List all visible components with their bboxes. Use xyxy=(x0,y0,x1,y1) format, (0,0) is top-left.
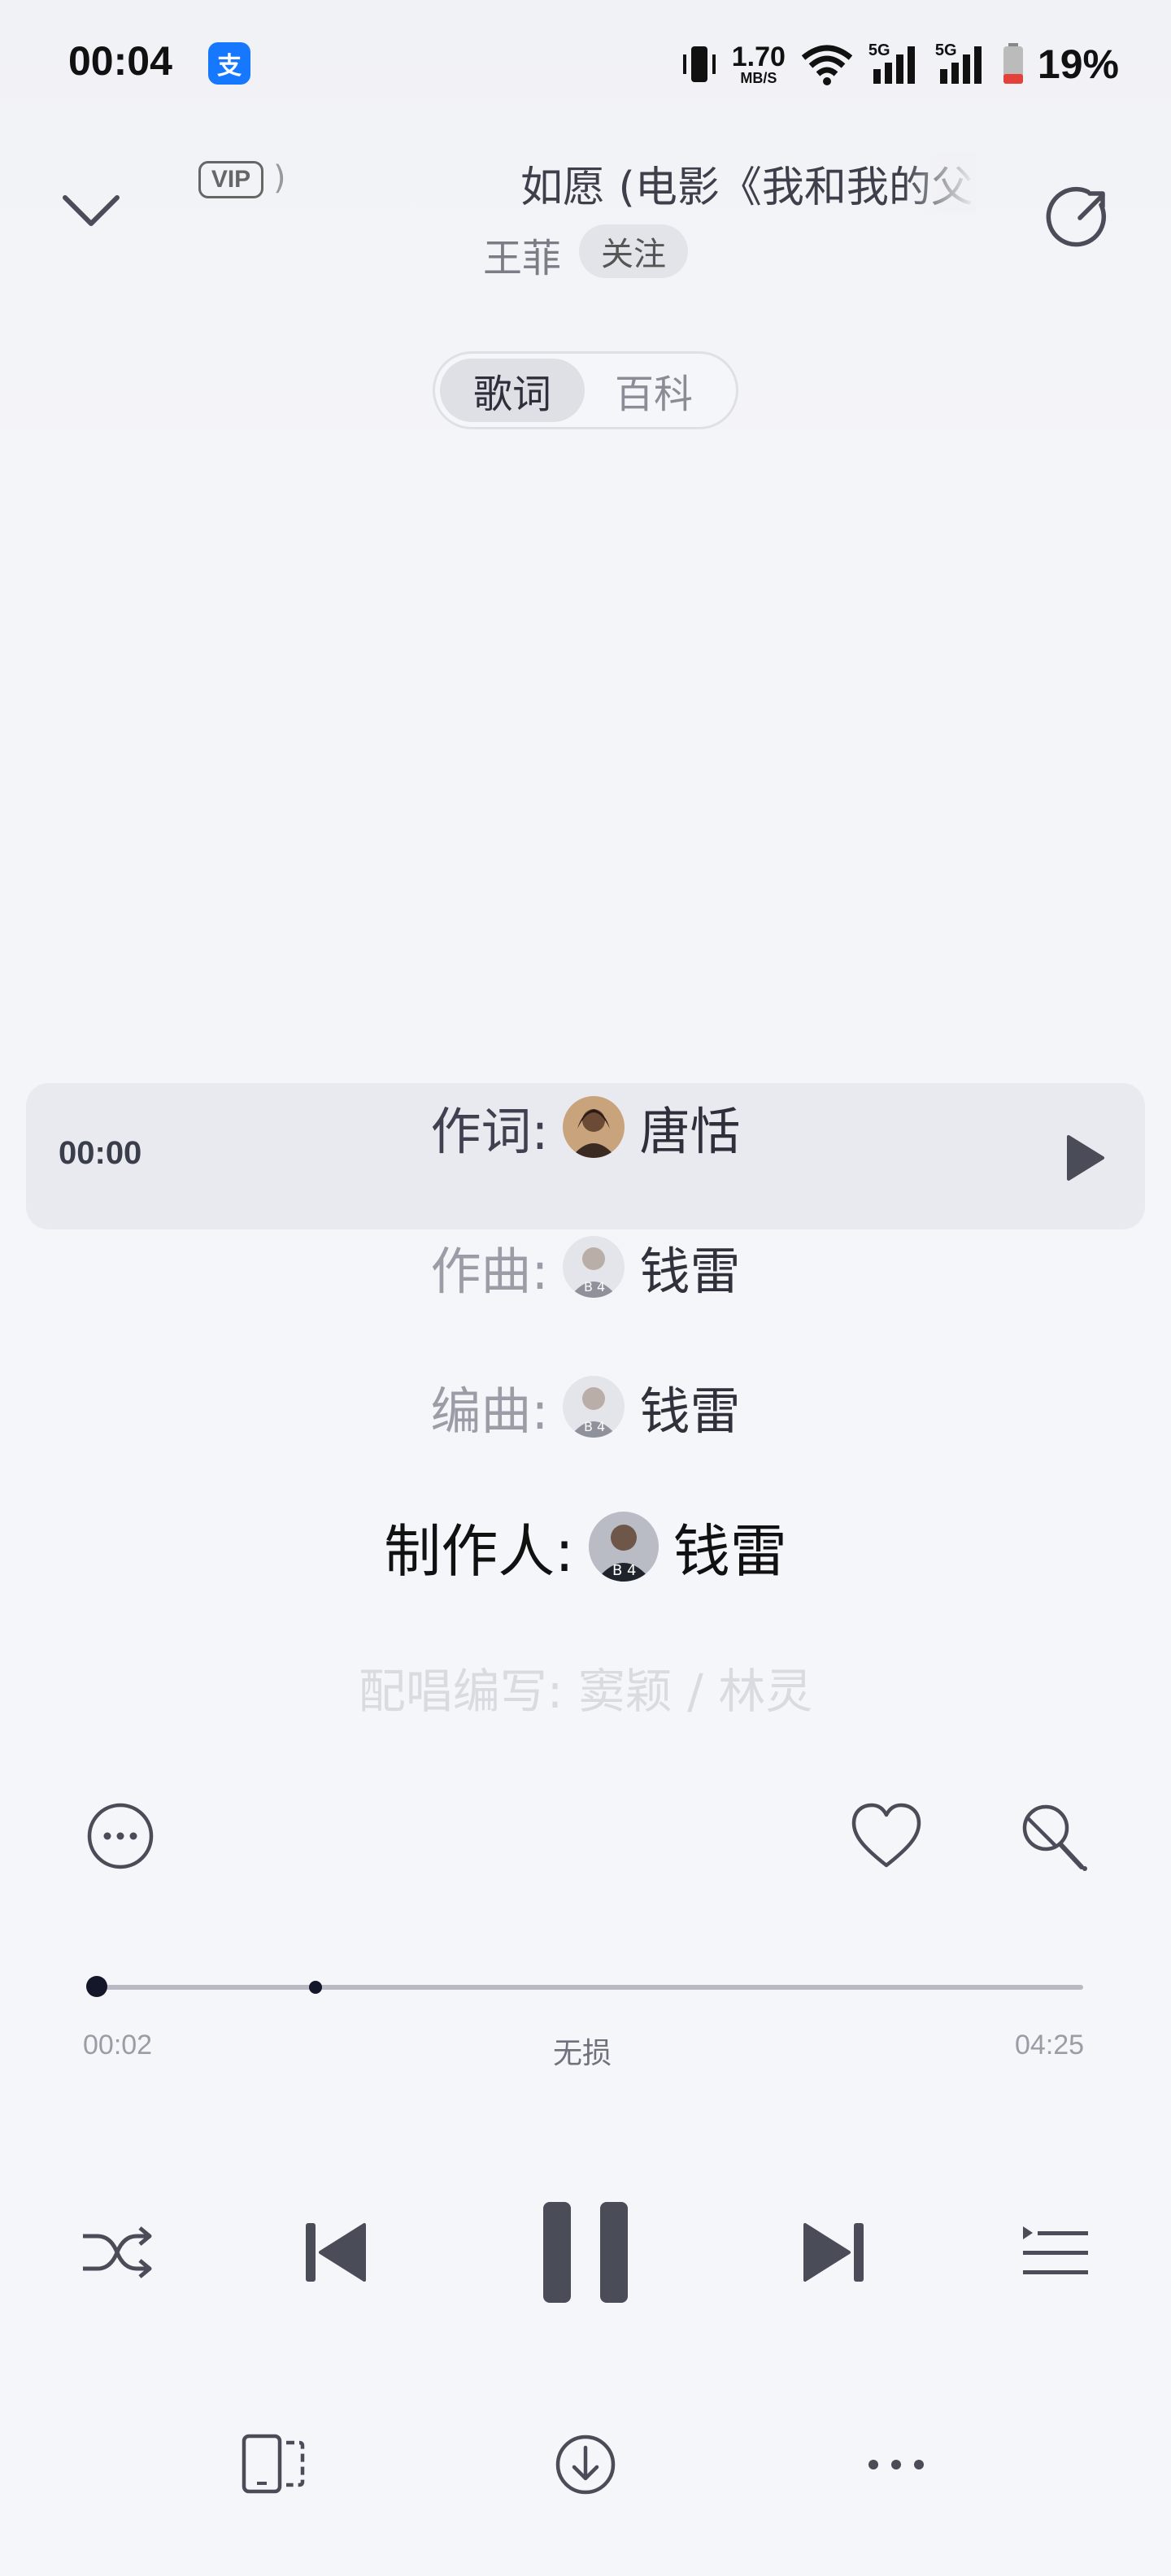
svg-text:4: 4 xyxy=(597,1279,605,1295)
credit-name[interactable]: 钱雷 xyxy=(639,1230,740,1303)
tab-lyrics[interactable]: 歌词 xyxy=(440,359,585,422)
title-fade xyxy=(903,151,976,213)
credit-name[interactable]: 钱雷 xyxy=(639,1370,740,1443)
credit-lyricist: 作词: 唐恬 xyxy=(0,1086,1171,1168)
download-icon[interactable] xyxy=(548,2428,623,2501)
progress-knob[interactable] xyxy=(86,1976,107,1997)
more-circle-icon[interactable] xyxy=(81,1797,159,1875)
tab-switcher: 歌词 百科 xyxy=(433,351,738,429)
credit-producer: 制作人: B4 钱雷 xyxy=(0,1504,1171,1589)
quality-label[interactable]: 无损 xyxy=(553,2030,612,2072)
current-time: 00:02 xyxy=(83,2030,153,2060)
credit-name[interactable]: 钱雷 xyxy=(673,1506,787,1588)
signal-2-icon: 5G xyxy=(935,41,989,87)
share-icon[interactable] xyxy=(1044,182,1116,254)
credit-arranger: 编曲: B4 钱雷 xyxy=(0,1366,1171,1447)
network-speed: 1.70 MB/S xyxy=(732,43,786,85)
svg-text:B: B xyxy=(584,1279,593,1295)
credit-vocal-arranger: 配唱编写: 窦颖 / 林灵 xyxy=(0,1651,1171,1724)
status-time: 00:04 xyxy=(68,38,172,84)
credit-label: 作词: xyxy=(430,1102,549,1161)
vibrate-icon xyxy=(682,46,716,82)
svg-text:4: 4 xyxy=(597,1419,605,1434)
tab-wiki[interactable]: 百科 xyxy=(581,359,726,422)
network-speed-value: 1.70 xyxy=(731,41,786,72)
svg-text:4: 4 xyxy=(627,1562,636,1579)
network-speed-unit: MB/S xyxy=(740,70,777,86)
vip-paren: ) xyxy=(273,159,286,197)
avatar[interactable] xyxy=(563,1096,625,1158)
shuffle-icon[interactable] xyxy=(78,2195,156,2309)
wifi-icon xyxy=(801,45,853,85)
credit-label: 作曲: xyxy=(430,1242,549,1301)
credit-label: 编曲: xyxy=(430,1382,549,1441)
avatar[interactable]: B4 xyxy=(588,1512,659,1582)
pause-icon[interactable] xyxy=(538,2195,633,2309)
vip-badge: VIP xyxy=(198,161,263,198)
follow-button[interactable]: 关注 xyxy=(579,224,688,278)
status-icons: 1.70 MB/S 5G 5G 19% xyxy=(680,36,1119,93)
follow-button-label: 关注 xyxy=(601,236,666,273)
progress-marker xyxy=(309,1981,322,1994)
alipay-badge-text: 支 xyxy=(217,52,242,80)
mic-icon[interactable] xyxy=(1016,1797,1095,1875)
playlist-icon[interactable] xyxy=(1016,2195,1095,2309)
collapse-chevron-icon[interactable] xyxy=(57,183,125,240)
credit-label: 配唱编写: 窦颖 / 林灵 xyxy=(358,1664,813,1719)
heart-icon[interactable] xyxy=(847,1797,925,1875)
svg-text:B: B xyxy=(584,1419,593,1434)
vip-badge-text: VIP xyxy=(211,166,251,193)
credit-label: 制作人: xyxy=(384,1517,574,1585)
device-icon[interactable] xyxy=(239,2428,307,2501)
total-time: 04:25 xyxy=(1015,2030,1085,2060)
tab-wiki-label: 百科 xyxy=(614,372,693,417)
more-dots-icon[interactable] xyxy=(862,2428,930,2501)
signal-1-icon: 5G xyxy=(868,41,922,87)
battery-percent: 19% xyxy=(1037,41,1119,87)
battery-icon xyxy=(1003,43,1023,84)
tab-lyrics-label: 歌词 xyxy=(472,372,551,417)
artist-name[interactable]: 王菲 xyxy=(483,226,561,283)
svg-text:B: B xyxy=(612,1562,622,1579)
avatar[interactable]: B4 xyxy=(563,1236,625,1298)
alipay-notification-icon: 支 xyxy=(208,42,250,85)
status-bar: 00:04 支 1.70 MB/S 5G 5G 19% xyxy=(0,0,1171,130)
next-icon[interactable] xyxy=(800,2195,868,2309)
credit-name[interactable]: 唐恬 xyxy=(639,1090,740,1164)
avatar[interactable]: B4 xyxy=(563,1376,625,1438)
previous-icon[interactable] xyxy=(301,2195,369,2309)
progress-track[interactable] xyxy=(96,1985,1083,1990)
credit-composer: 作曲: B4 钱雷 xyxy=(0,1226,1171,1308)
